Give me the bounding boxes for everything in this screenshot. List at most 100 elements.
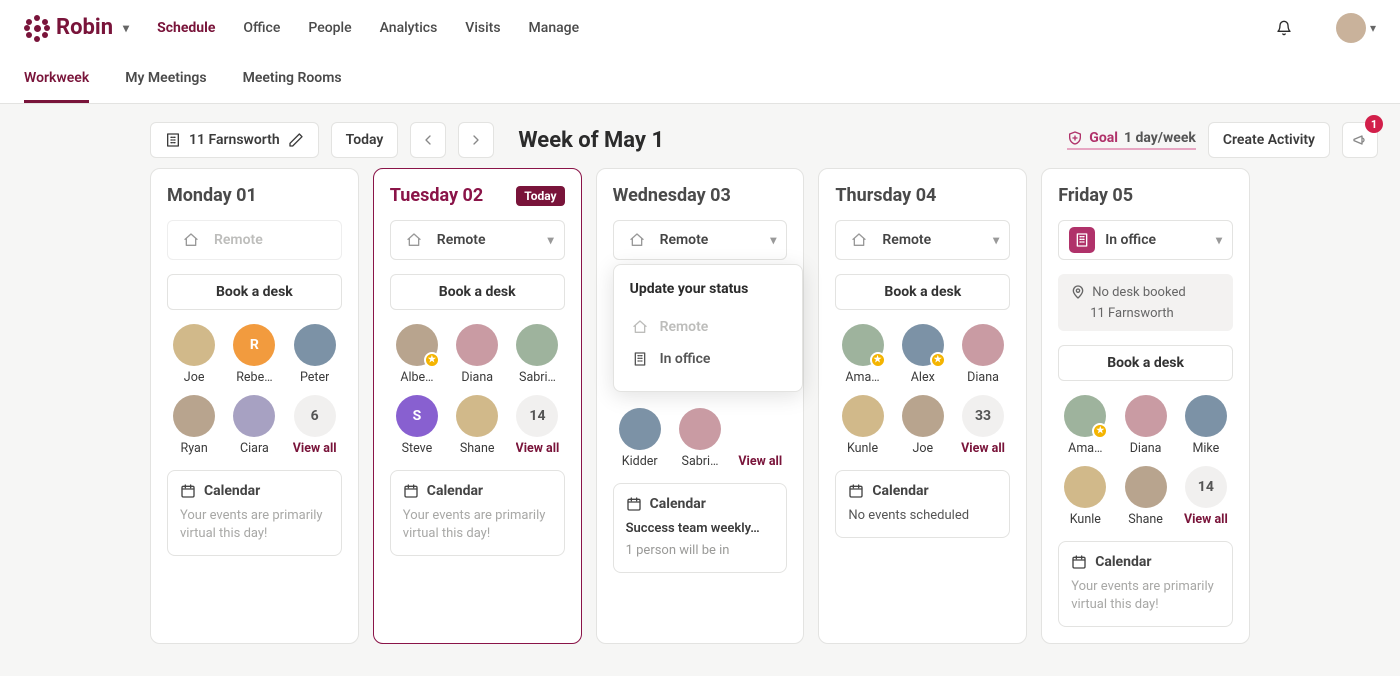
nav-item-people[interactable]: People xyxy=(308,20,351,36)
person[interactable]: Ciara xyxy=(227,395,281,456)
avatar xyxy=(902,395,944,437)
tab-workweek[interactable]: Workweek xyxy=(24,56,89,103)
person[interactable]: Kunle xyxy=(835,395,889,456)
no-desk-card: No desk booked11 Farnsworth xyxy=(1058,274,1233,331)
nav-item-office[interactable]: Office xyxy=(243,20,280,36)
favorite-star-icon: ★ xyxy=(930,352,946,368)
avatar xyxy=(1125,395,1167,437)
person[interactable]: Peter xyxy=(288,324,342,385)
day-title: Tuesday 02 xyxy=(390,185,483,206)
calendar-card[interactable]: CalendarYour events are primarily virtua… xyxy=(167,470,342,556)
view-all-people[interactable]: 14View all xyxy=(1179,466,1233,527)
view-all-people[interactable]: 33 View all xyxy=(956,395,1010,456)
nav-item-manage[interactable]: Manage xyxy=(529,20,580,36)
location-picker[interactable]: 11 Farnsworth xyxy=(150,122,319,158)
person[interactable]: Kidder xyxy=(613,408,667,469)
person[interactable]: ★Ama… xyxy=(835,324,889,385)
people-count: 14 xyxy=(1185,466,1227,508)
prev-week-button[interactable] xyxy=(410,122,446,158)
tab-meeting-rooms[interactable]: Meeting Rooms xyxy=(243,56,342,103)
avatar xyxy=(1125,466,1167,508)
person[interactable]: Shane xyxy=(1118,466,1172,527)
calendar-event: Success team weekly… xyxy=(626,520,775,538)
person-name: Ciara xyxy=(240,441,269,456)
chevron-down-icon: ▾ xyxy=(770,233,776,247)
avatar: ★ xyxy=(1064,395,1106,437)
calendar-card[interactable]: CalendarNo events scheduled xyxy=(835,470,1010,538)
people-grid: ★Ama…★AlexDiana KunleJoe 33 View all xyxy=(835,324,1010,456)
person[interactable]: Diana xyxy=(956,324,1010,385)
avatar xyxy=(962,324,1004,366)
today-button[interactable]: Today xyxy=(331,122,399,158)
person[interactable]: Diana xyxy=(1118,395,1172,456)
person-name: Sabri… xyxy=(682,454,719,469)
nav-item-schedule[interactable]: Schedule xyxy=(157,20,215,36)
status-select[interactable]: Remote▾ xyxy=(835,220,1010,260)
status-option-remote[interactable]: Remote xyxy=(630,311,786,343)
calendar-card[interactable]: CalendarYour events are primarily virtua… xyxy=(390,470,565,556)
avatar: ★ xyxy=(902,324,944,366)
day-title: Monday 01 xyxy=(167,185,257,206)
person[interactable]: ★Albe… xyxy=(390,324,444,385)
day-title: Thursday 04 xyxy=(835,185,936,206)
home-icon xyxy=(846,227,872,253)
person-name: Ryan xyxy=(181,441,208,456)
book-desk-button[interactable]: Book a desk xyxy=(390,274,565,310)
announcements-button[interactable]: 1 xyxy=(1342,122,1378,158)
view-all-people[interactable]: View all xyxy=(733,408,787,469)
bell-icon xyxy=(1276,20,1292,36)
day-title: Friday 05 xyxy=(1058,185,1133,206)
book-desk-button[interactable]: Book a desk xyxy=(1058,345,1233,381)
nav-item-visits[interactable]: Visits xyxy=(465,20,500,36)
person-name: View all xyxy=(961,441,1005,456)
chevron-down-icon: ▾ xyxy=(1370,21,1376,35)
book-desk-button[interactable]: Book a desk xyxy=(835,274,1010,310)
top-nav: Robin ▾ Schedule Office People Analytics Vis… xyxy=(0,0,1400,56)
person[interactable]: Kunle xyxy=(1058,466,1112,527)
user-menu[interactable]: ▾ xyxy=(1320,13,1376,43)
building-icon xyxy=(165,132,181,148)
user-avatar xyxy=(1336,13,1366,43)
person[interactable]: ★Alex xyxy=(896,324,950,385)
status-select[interactable]: Remote▾ xyxy=(390,220,565,260)
person[interactable]: RRebe… xyxy=(227,324,281,385)
next-week-button[interactable] xyxy=(458,122,494,158)
calendar-card[interactable]: CalendarYour events are primarily virtua… xyxy=(1058,541,1233,627)
goal-link[interactable]: Goal 1 day/week xyxy=(1067,130,1196,150)
person[interactable]: Diana xyxy=(450,324,504,385)
person-name: Steve xyxy=(402,441,433,456)
notifications-button[interactable] xyxy=(1276,20,1292,36)
view-all-people[interactable]: 14 View all xyxy=(510,395,564,456)
logo-mark-icon xyxy=(24,15,50,41)
person[interactable]: Joe xyxy=(896,395,950,456)
avatar xyxy=(842,395,884,437)
person[interactable]: Sabri… xyxy=(673,408,727,469)
person[interactable]: Sabri… xyxy=(510,324,564,385)
status-select[interactable]: Remote▾ xyxy=(613,220,788,260)
person[interactable]: Mike xyxy=(1179,395,1233,456)
status-select[interactable]: Remote xyxy=(167,220,342,260)
favorite-star-icon: ★ xyxy=(424,352,440,368)
status-select[interactable]: In office▾ xyxy=(1058,220,1233,260)
person[interactable]: ★Ama… xyxy=(1058,395,1112,456)
book-desk-button[interactable]: Book a desk xyxy=(167,274,342,310)
calendar-plain: No events scheduled xyxy=(848,507,997,525)
person[interactable]: Shane xyxy=(450,395,504,456)
brand-logo[interactable]: Robin ▾ xyxy=(24,15,129,41)
tab-my-meetings[interactable]: My Meetings xyxy=(125,56,206,103)
calendar-card[interactable]: CalendarSuccess team weekly…1 person wil… xyxy=(613,483,788,573)
home-icon xyxy=(178,227,204,253)
person[interactable]: SSteve xyxy=(390,395,444,456)
create-activity-button[interactable]: Create Activity xyxy=(1208,122,1330,158)
day-card-wed: Wednesday 03Remote▾Update your statusRem… xyxy=(596,168,805,644)
status-option-in-office[interactable]: In office xyxy=(630,343,786,375)
avatar xyxy=(1185,395,1227,437)
person[interactable]: Joe xyxy=(167,324,221,385)
person-name: Diana xyxy=(461,370,493,385)
nav-item-analytics[interactable]: Analytics xyxy=(380,20,438,36)
view-all-people[interactable]: 6View all xyxy=(288,395,342,456)
people-count: 14 xyxy=(516,395,558,437)
person[interactable]: Ryan xyxy=(167,395,221,456)
person-name: View all xyxy=(516,441,560,456)
people-count: 33 xyxy=(962,395,1004,437)
